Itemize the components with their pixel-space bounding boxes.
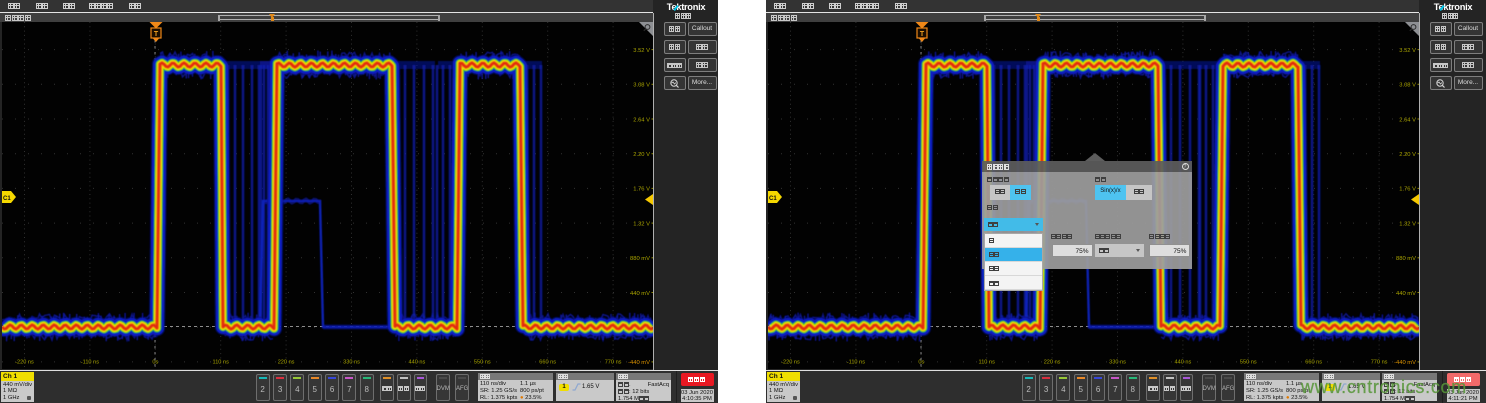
svg-text:220 ns: 220 ns <box>278 360 295 366</box>
svg-text:1.32 V: 1.32 V <box>633 221 650 227</box>
svg-text:220 ns: 220 ns <box>1044 360 1061 366</box>
svg-text:880 mV: 880 mV <box>1396 256 1416 262</box>
svg-text:660 ns: 660 ns <box>1305 360 1322 366</box>
svg-text:2.64 V: 2.64 V <box>1399 117 1416 123</box>
svg-text:C1: C1 <box>3 196 11 202</box>
svg-text:880 mV: 880 mV <box>630 256 650 262</box>
svg-text:330 ns: 330 ns <box>1109 360 1126 366</box>
svg-text:550 ns: 550 ns <box>474 360 491 366</box>
svg-text:440 mV: 440 mV <box>630 291 650 297</box>
svg-text:3.08 V: 3.08 V <box>1399 83 1416 89</box>
svg-text:C1: C1 <box>769 196 777 202</box>
svg-text:440 ns: 440 ns <box>409 360 426 366</box>
svg-text:-440 mV: -440 mV <box>1394 360 1416 366</box>
svg-text:-220 ns: -220 ns <box>781 360 800 366</box>
svg-text:110 ns: 110 ns <box>213 360 230 366</box>
svg-text:110 ns: 110 ns <box>979 360 996 366</box>
svg-text:T: T <box>154 31 159 38</box>
svg-text:440 mV: 440 mV <box>1396 291 1416 297</box>
svg-text:3.52 V: 3.52 V <box>1399 48 1416 54</box>
svg-text:2.20 V: 2.20 V <box>633 152 650 158</box>
svg-text:660 ns: 660 ns <box>539 360 556 366</box>
svg-text:2.20 V: 2.20 V <box>1399 152 1416 158</box>
svg-text:330 ns: 330 ns <box>343 360 360 366</box>
svg-text:550 ns: 550 ns <box>1240 360 1257 366</box>
svg-text:440 ns: 440 ns <box>1175 360 1192 366</box>
svg-text:1.76 V: 1.76 V <box>633 187 650 193</box>
svg-text:3.08 V: 3.08 V <box>633 83 650 89</box>
svg-text:1.32 V: 1.32 V <box>1399 221 1416 227</box>
svg-text:770 ns: 770 ns <box>1371 360 1388 366</box>
svg-text:-110 ns: -110 ns <box>81 360 99 366</box>
svg-text:-220 ns: -220 ns <box>15 360 34 366</box>
svg-text:-440 mV: -440 mV <box>628 360 650 366</box>
svg-text:770 ns: 770 ns <box>605 360 622 366</box>
svg-text:1.76 V: 1.76 V <box>1399 187 1416 193</box>
svg-text:2.64 V: 2.64 V <box>633 117 650 123</box>
svg-text:-110 ns: -110 ns <box>847 360 865 366</box>
svg-text:3.52 V: 3.52 V <box>633 48 650 54</box>
svg-text:T: T <box>920 31 925 38</box>
